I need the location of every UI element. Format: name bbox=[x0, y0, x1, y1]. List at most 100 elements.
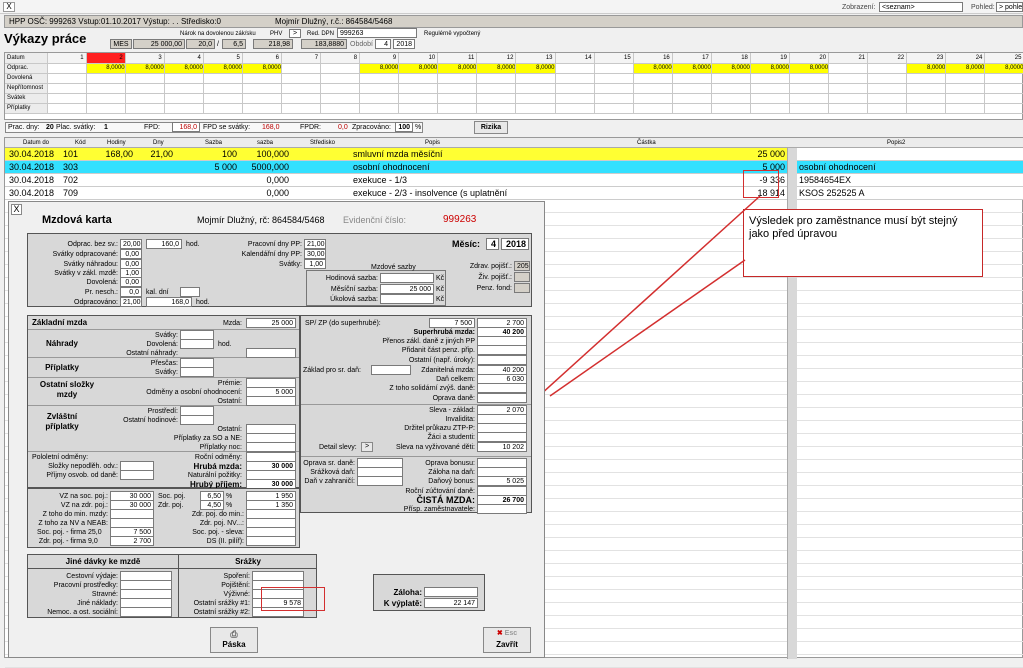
odpracovano-days[interactable]: 21,00 bbox=[120, 297, 142, 307]
mk-right-panel: SP/ ZP (do superhrubé): 7 500 2 700 Supe… bbox=[300, 315, 532, 514]
ztp-label: Držitel průkazu ZTP-P: bbox=[404, 425, 475, 432]
mes-sazba-label: Měsíční sazba: bbox=[330, 286, 378, 293]
zdr-pct[interactable]: 4,50 bbox=[200, 500, 224, 510]
paska-label: Páska bbox=[222, 640, 246, 649]
ost-hod-field[interactable] bbox=[180, 415, 214, 425]
detail-slevy-label: Detail slevy: bbox=[319, 444, 357, 451]
penz-value[interactable] bbox=[514, 283, 530, 293]
pripl-noc-field[interactable] bbox=[246, 442, 296, 452]
dovolena-label: Dovolená: bbox=[86, 279, 118, 286]
mes-sazba[interactable]: 25 000 bbox=[380, 284, 434, 294]
odpracovano-label: Odpracováno: bbox=[74, 299, 118, 306]
zdr-nv-label: Zdr. poj. NV...: bbox=[199, 520, 244, 527]
pct-2: % bbox=[226, 502, 233, 509]
zdr-poj-label: Zdr. poj. bbox=[158, 502, 184, 509]
zdrav-value[interactable]: 205 bbox=[514, 261, 530, 271]
mk-vyplata-panel: Záloha: K výplatě: 22 147 bbox=[373, 574, 485, 611]
vz-soc-label: VZ na soc. poj.: bbox=[59, 493, 108, 500]
svatky-odpr[interactable]: 0,00 bbox=[120, 249, 142, 259]
p-svatky-field[interactable] bbox=[180, 367, 214, 377]
dan-zahr-field[interactable] bbox=[357, 476, 403, 486]
hod-label: hod. bbox=[186, 241, 200, 248]
jine-nakl-label: Jiné náklady: bbox=[77, 600, 118, 607]
mk-name: Mojmír Dlužný, rč: 864584/5468 bbox=[197, 215, 325, 225]
dan-zahr-label: Daň v zahraničí: bbox=[304, 478, 355, 485]
zaklad-label: Základ pro sr. daň: bbox=[303, 367, 361, 374]
sleva-vyziv-label: Sleva na vyživované děti: bbox=[396, 444, 475, 451]
dovolena[interactable]: 0,00 bbox=[120, 277, 142, 287]
spzp-label: SP/ ZP (do superhrubé): bbox=[305, 320, 381, 327]
kvyplate-value: 22 147 bbox=[424, 598, 478, 608]
pracovni-pp[interactable]: 21,00 bbox=[304, 239, 326, 249]
kc-label-2: Kč bbox=[436, 286, 445, 293]
r-ostatni-field[interactable] bbox=[477, 355, 527, 365]
cestovni-label: Cestovní výdaje: bbox=[66, 573, 118, 580]
ost-hod-label: Ostatní hodinové: bbox=[123, 417, 178, 424]
mzdova-karta-window: X Mzdová karta Mojmír Dlužný, rč: 864584… bbox=[8, 201, 545, 658]
zaci-field[interactable] bbox=[477, 432, 527, 442]
svatky-value[interactable]: 1,00 bbox=[304, 259, 326, 269]
oprava-sr-label: Oprava sr. daně: bbox=[303, 460, 355, 467]
ds-label: DS (II. pilíř): bbox=[206, 538, 244, 545]
mk-title: Mzdová karta bbox=[42, 214, 112, 226]
stravne-label: Stravné: bbox=[91, 591, 118, 598]
prijmy-osvob-field[interactable] bbox=[120, 470, 154, 480]
pct-1: % bbox=[226, 493, 233, 500]
oprava-dane-label: Oprava daně: bbox=[432, 395, 475, 402]
uk-sazba[interactable] bbox=[380, 294, 434, 304]
invalidita-label: Invalidita: bbox=[445, 416, 475, 423]
zavrit-label: Zavřít bbox=[496, 640, 518, 649]
odprac-label: Odprac. bez sv.: bbox=[67, 241, 118, 248]
paska-button[interactable]: ⎙ Páska bbox=[210, 627, 258, 653]
priplatky-label: Příplatky bbox=[45, 363, 79, 372]
ds-field[interactable] bbox=[246, 536, 296, 546]
hod-sazba[interactable] bbox=[380, 273, 434, 283]
zavrit-button[interactable]: ✖ Esc Zavřít bbox=[483, 627, 531, 653]
p-svatky-label: Svátky: bbox=[155, 369, 178, 376]
rok-value[interactable]: 2018 bbox=[501, 238, 529, 250]
pololetni-label: Pololetní odměny: bbox=[32, 454, 89, 461]
z-nv-label: Z toho za NV a NEAB: bbox=[38, 520, 108, 527]
rocni-label: Roční odměny: bbox=[194, 454, 242, 461]
pr-nesch[interactable]: 0,0 bbox=[120, 287, 142, 297]
odprac-hours[interactable]: 160,0 bbox=[146, 239, 182, 249]
mk-evid-label: Evidenční číslo: bbox=[343, 215, 407, 225]
close-x-icon: ✖ bbox=[496, 630, 503, 637]
prijmy-osvob-label: Příjmy osvob. od daně: bbox=[46, 472, 118, 479]
ostatni-field[interactable] bbox=[246, 396, 296, 406]
superhruba-label: Superhrubá mzda: bbox=[413, 329, 475, 336]
zdr-firma-label: Zdr. poj. - firma bbox=[38, 538, 86, 545]
pridanit-field[interactable] bbox=[477, 345, 527, 355]
solid-field[interactable] bbox=[477, 383, 527, 393]
kal-dni-label: kal. dní bbox=[146, 289, 169, 296]
sleva-vyziv-value: 10 202 bbox=[477, 442, 527, 452]
mk-close-icon[interactable]: X bbox=[11, 204, 22, 215]
ost1-label: Ostatní srážky #1: bbox=[193, 600, 250, 607]
ziv-value[interactable] bbox=[514, 272, 530, 282]
dan-label: Daň celkem: bbox=[436, 376, 475, 383]
mzda-value[interactable]: 25 000 bbox=[246, 318, 296, 328]
n-dovolena-field[interactable] bbox=[180, 339, 214, 349]
zaloha-dan-label: Záloha na daň: bbox=[428, 469, 475, 476]
odprac-days[interactable]: 20,00 bbox=[120, 239, 142, 249]
jine-title: Jiné dávky ke mzdě bbox=[65, 557, 141, 566]
zaloha-label: Záloha: bbox=[393, 588, 422, 597]
hod-label-2: hod. bbox=[196, 299, 210, 306]
kal-dni-field[interactable] bbox=[180, 287, 200, 297]
zaloha-field[interactable] bbox=[424, 587, 478, 597]
kvyplate-label: K výplatě: bbox=[383, 599, 422, 608]
mesic-value[interactable]: 4 bbox=[486, 238, 499, 250]
nemoc-field[interactable] bbox=[120, 607, 172, 617]
zaklad-field[interactable] bbox=[371, 365, 411, 375]
prisp-field[interactable] bbox=[477, 504, 527, 514]
oprava-dane-field[interactable] bbox=[477, 393, 527, 403]
svatky-nahr-label: Svátky náhradou: bbox=[63, 261, 118, 268]
premie-label: Prémie: bbox=[217, 380, 242, 387]
sleva-zakl-label: Sleva - základ: bbox=[429, 407, 475, 414]
odpracovano-hours[interactable]: 168,0 bbox=[146, 297, 192, 307]
svatky-odpr-label: Svátky odpracované: bbox=[52, 251, 118, 258]
detail-slevy-button[interactable]: > bbox=[361, 442, 373, 452]
n-dovolena-label: Dovolená: bbox=[146, 341, 178, 348]
n-ost-field[interactable] bbox=[246, 348, 296, 358]
kal-pp[interactable]: 30,00 bbox=[304, 249, 326, 259]
